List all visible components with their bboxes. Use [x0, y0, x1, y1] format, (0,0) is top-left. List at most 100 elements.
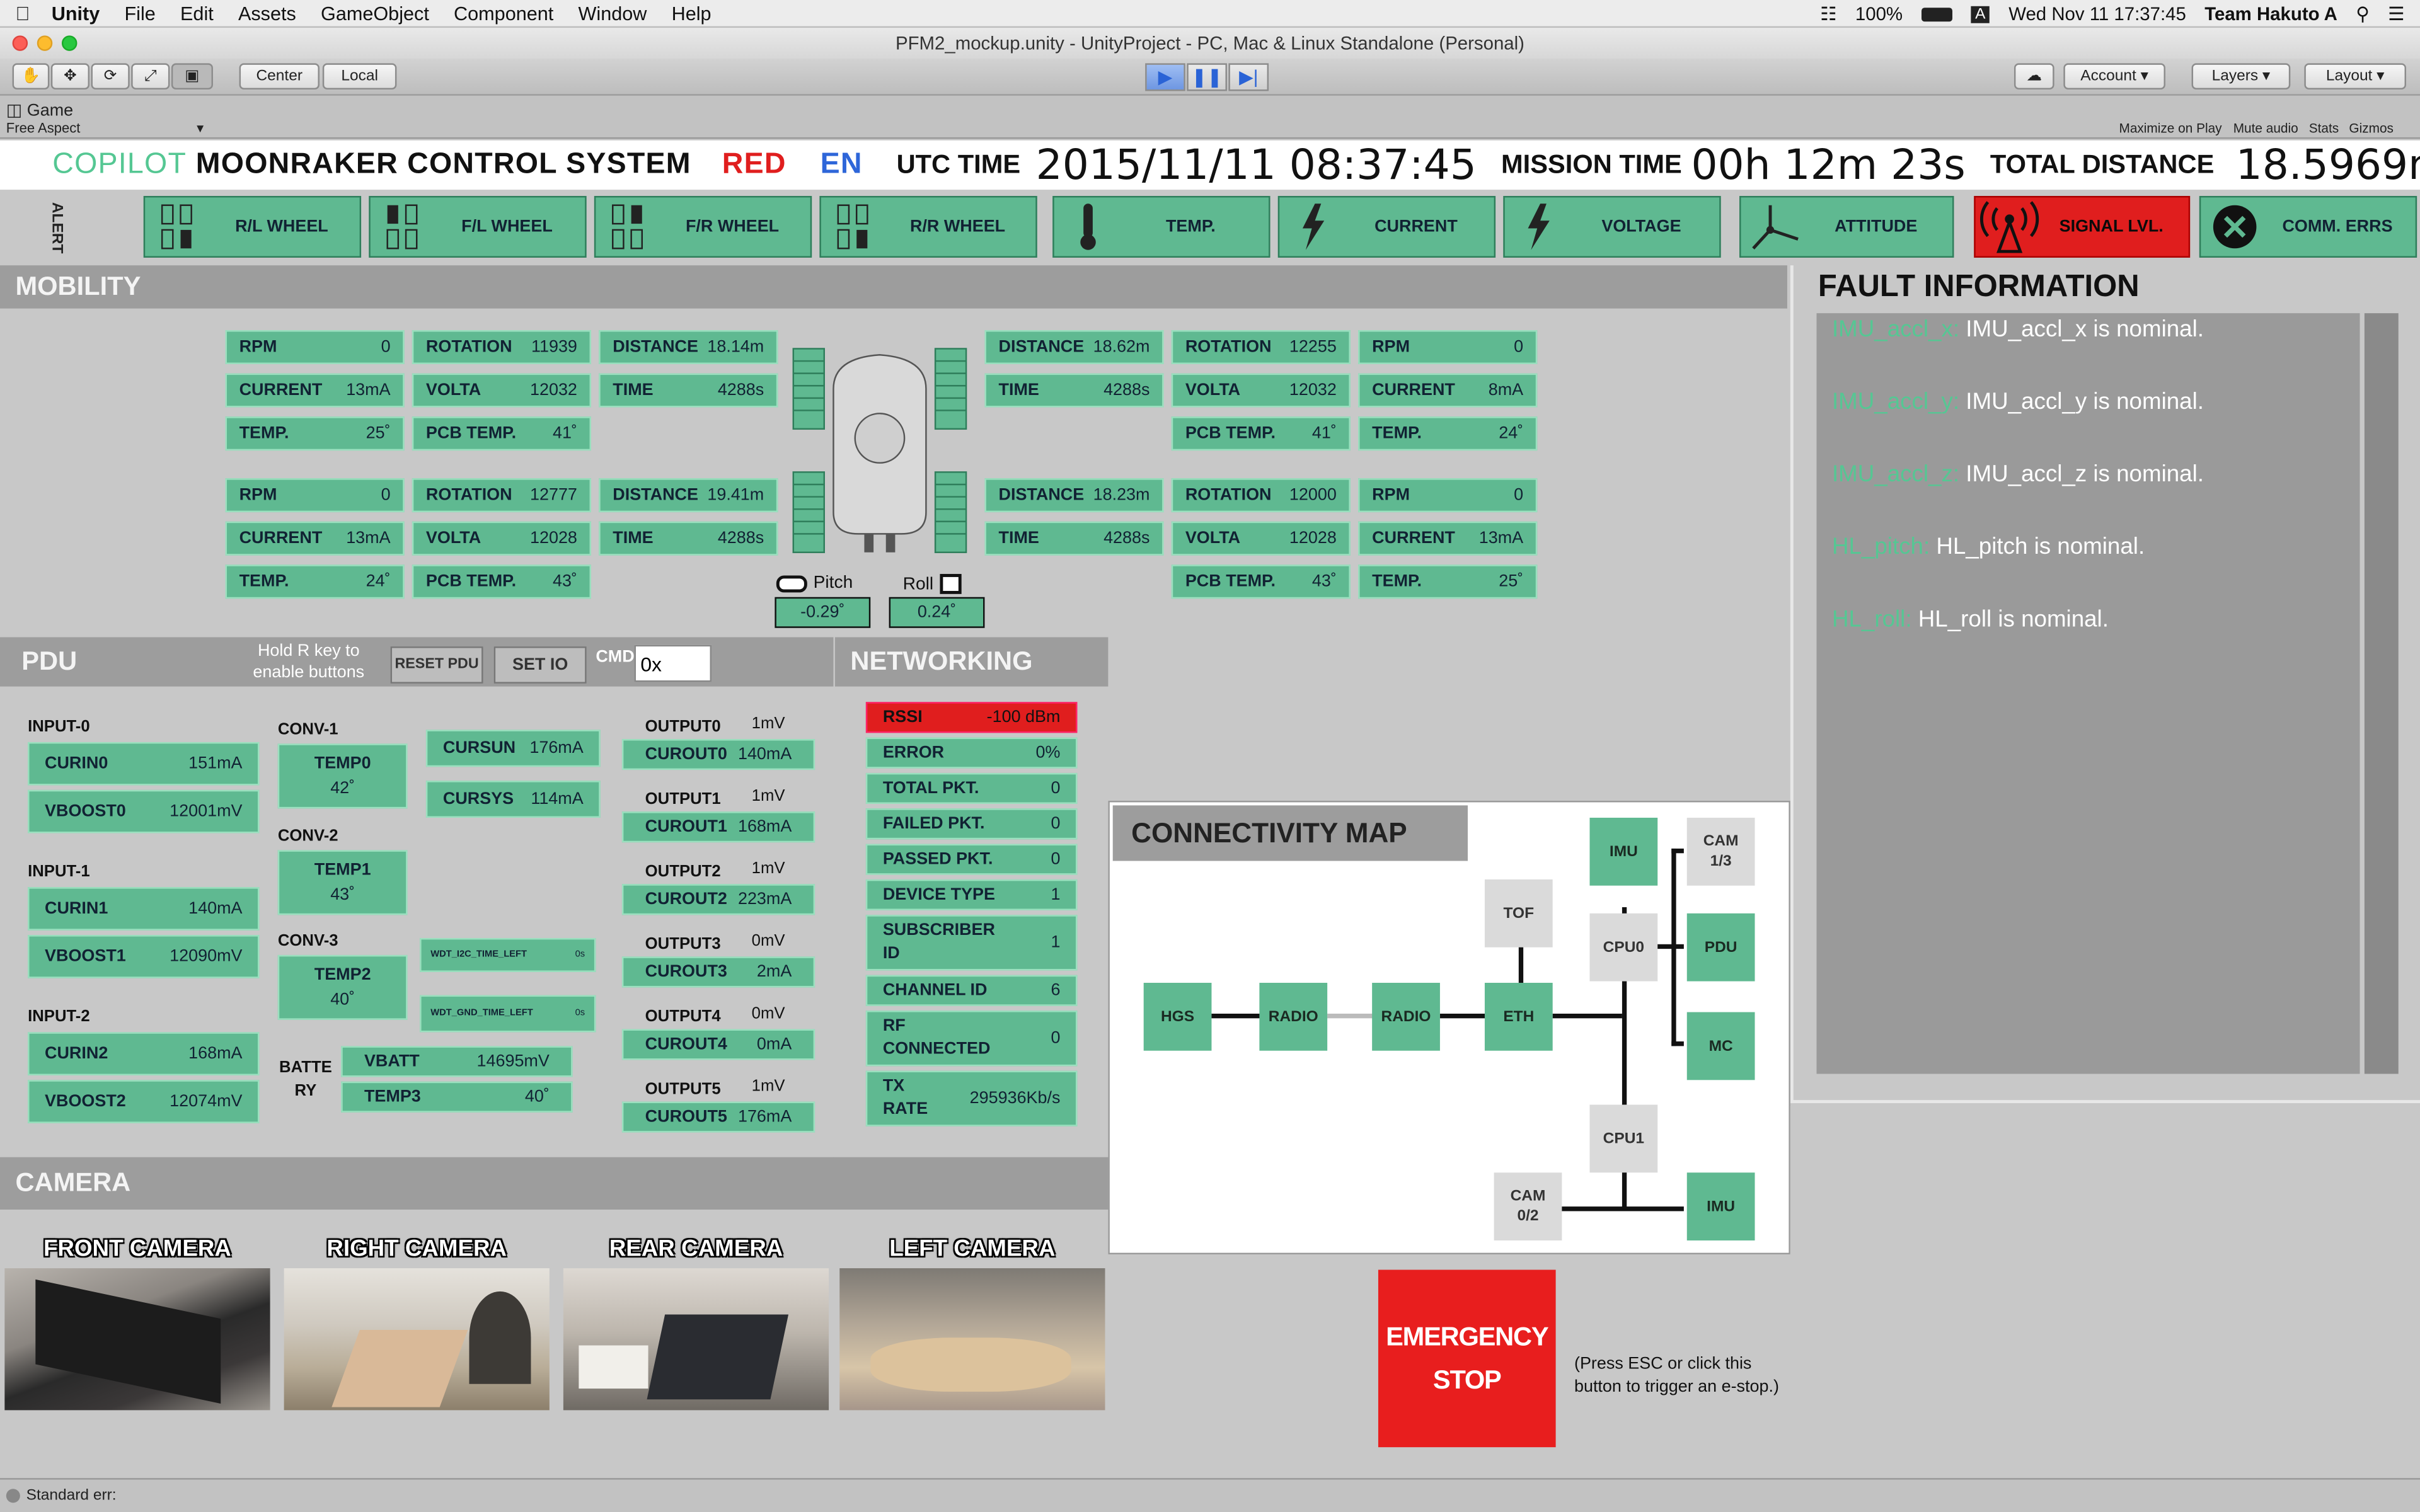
- node-tof[interactable]: TOF: [1484, 879, 1553, 948]
- alert-comm-errs[interactable]: COMM. ERRS: [2199, 196, 2417, 258]
- clock[interactable]: Wed Nov 11 17:37:45: [2008, 3, 2186, 25]
- menu-edit[interactable]: Edit: [180, 3, 214, 24]
- right-camera-feed[interactable]: [284, 1268, 550, 1411]
- node-cpu1[interactable]: CPU1: [1589, 1104, 1658, 1173]
- alert-temp[interactable]: TEMP.: [1052, 196, 1270, 258]
- layout-dropdown[interactable]: Layout ▾: [2304, 63, 2406, 90]
- fault-scrollbar[interactable]: [2364, 313, 2399, 1074]
- fault-message: HL_roll is nominal.: [1918, 606, 2109, 633]
- cell-label: TIME: [998, 381, 1039, 400]
- cell-value: 43˚: [1311, 572, 1337, 591]
- menu-component[interactable]: Component: [454, 3, 553, 24]
- node-radio-rover[interactable]: RADIO: [1372, 983, 1440, 1051]
- output4-label: OUTPUT4: [645, 1007, 721, 1026]
- alert-attitude[interactable]: ATTITUDE: [1739, 196, 1954, 258]
- fault-message: IMU_accl_x is nominal.: [1966, 316, 2204, 343]
- layers-dropdown[interactable]: Layers ▾: [2191, 63, 2291, 90]
- node-mc[interactable]: MC: [1686, 1012, 1755, 1080]
- node-eth[interactable]: ETH: [1484, 983, 1553, 1051]
- cell-label: CUROUT1: [645, 817, 727, 837]
- emergency-stop-button[interactable]: EMERGENCY STOP: [1378, 1269, 1556, 1448]
- node-cam13[interactable]: CAM 1/3: [1686, 817, 1755, 886]
- rotate-tool-button[interactable]: ⟳: [91, 63, 130, 90]
- set-io-button[interactable]: SET IO: [493, 646, 587, 684]
- camera-object: [469, 1291, 531, 1384]
- cell-label: RPM: [1372, 486, 1410, 505]
- menu-help[interactable]: Help: [672, 3, 712, 24]
- stats-toggle[interactable]: Stats: [2309, 120, 2339, 135]
- cell-value: 12000: [1289, 486, 1337, 505]
- networking-title: NETWORKING: [850, 646, 1033, 676]
- reset-pdu-button[interactable]: RESET PDU: [390, 646, 483, 684]
- account-dropdown[interactable]: Account ▾: [2063, 63, 2165, 90]
- spotlight-icon[interactable]: ⚲: [2356, 3, 2370, 25]
- link-line: [1327, 1013, 1374, 1019]
- alert-rr-wheel[interactable]: R/R WHEEL: [819, 196, 1037, 258]
- alert-rl-wheel[interactable]: R/L WHEEL: [143, 196, 362, 258]
- alert-label-text: VOLTAGE: [1601, 217, 1681, 236]
- cloud-icon[interactable]: ☁: [2014, 63, 2054, 90]
- mute-audio-toggle[interactable]: Mute audio: [2233, 120, 2298, 135]
- pivot-center-button[interactable]: Center: [239, 63, 320, 90]
- link-line: [1671, 848, 1684, 854]
- alert-current[interactable]: CURRENT: [1277, 196, 1496, 258]
- notification-center-icon[interactable]: ☰: [2388, 3, 2404, 25]
- menu-assets[interactable]: Assets: [238, 3, 296, 24]
- gizmos-dropdown[interactable]: Gizmos: [2349, 120, 2394, 135]
- battery-icon[interactable]: [1921, 7, 1952, 21]
- menu-gameobject[interactable]: GameObject: [321, 3, 429, 24]
- temp1: TEMP1 43˚: [277, 850, 408, 915]
- minimize-window-button[interactable]: [37, 35, 53, 51]
- input-source-icon[interactable]: A: [1970, 5, 1990, 23]
- node-imu-top[interactable]: IMU: [1589, 817, 1658, 886]
- apple-icon[interactable]: : [15, 3, 30, 24]
- net-label: SUBSCRIBER ID: [882, 921, 995, 963]
- menu-file[interactable]: File: [124, 3, 155, 24]
- alert-fr-wheel[interactable]: F/R WHEEL: [594, 196, 812, 258]
- mission-time-value: 00h 12m 23s: [1691, 141, 1966, 190]
- user-name[interactable]: Team Hakuto A: [2204, 3, 2337, 25]
- menu-window[interactable]: Window: [578, 3, 647, 24]
- aspect-dropdown[interactable]: Free Aspect ▾: [6, 120, 204, 137]
- node-imu-bottom[interactable]: IMU: [1686, 1172, 1755, 1240]
- pivot-local-button[interactable]: Local: [322, 63, 397, 90]
- console-text[interactable]: Standard err:: [26, 1487, 117, 1504]
- fl-distance: DISTANCE 18.14m: [599, 330, 778, 364]
- cell-label: TEMP1: [314, 861, 371, 879]
- link-line: [1671, 1041, 1684, 1046]
- close-window-button[interactable]: [12, 35, 28, 51]
- play-button[interactable]: ▶: [1145, 63, 1185, 91]
- move-tool-button[interactable]: ✥: [50, 63, 90, 90]
- menu-unity[interactable]: Unity: [52, 3, 100, 24]
- node-cpu0[interactable]: CPU0: [1589, 913, 1658, 982]
- alert-voltage[interactable]: VOLTAGE: [1503, 196, 1721, 258]
- wifi-icon[interactable]: ☷: [1820, 3, 1836, 25]
- maximize-on-play-toggle[interactable]: Maximize on Play: [2119, 120, 2221, 135]
- rect-tool-button[interactable]: ▣: [171, 63, 213, 90]
- zoom-window-button[interactable]: [61, 35, 78, 51]
- node-radio-ground[interactable]: RADIO: [1259, 983, 1328, 1051]
- left-camera-feed[interactable]: [839, 1268, 1105, 1411]
- cmd-input[interactable]: [634, 644, 712, 682]
- pause-button[interactable]: ❚❚: [1187, 63, 1227, 91]
- language-toggle[interactable]: EN: [821, 148, 863, 182]
- step-button[interactable]: ▶|: [1228, 63, 1269, 91]
- alert-signal-level[interactable]: SIGNAL LVL.: [1974, 196, 2191, 258]
- node-hgs[interactable]: HGS: [1143, 983, 1212, 1051]
- cell-label: CURSUN: [442, 739, 516, 758]
- rear-camera-feed[interactable]: [563, 1268, 829, 1411]
- cell-label: TEMP.: [1372, 572, 1422, 591]
- left-camera-label: LEFT CAMERA: [889, 1235, 1056, 1263]
- scale-tool-button[interactable]: ⤢: [131, 63, 170, 90]
- alert-fl-wheel[interactable]: F/L WHEEL: [369, 196, 587, 258]
- node-cam02[interactable]: CAM 0/2: [1494, 1172, 1562, 1240]
- node-pdu[interactable]: PDU: [1686, 913, 1755, 982]
- cell-value: 140mA: [737, 745, 792, 764]
- team-red-indicator[interactable]: RED: [722, 148, 786, 182]
- cell-label: TEMP.: [1372, 424, 1422, 443]
- cell-value: 0s: [575, 950, 585, 960]
- front-camera-feed[interactable]: [4, 1268, 270, 1411]
- cell-value: 41˚: [1311, 424, 1337, 443]
- hand-tool-button[interactable]: ✋: [12, 63, 50, 90]
- game-tab[interactable]: ◫ Game: [6, 100, 73, 120]
